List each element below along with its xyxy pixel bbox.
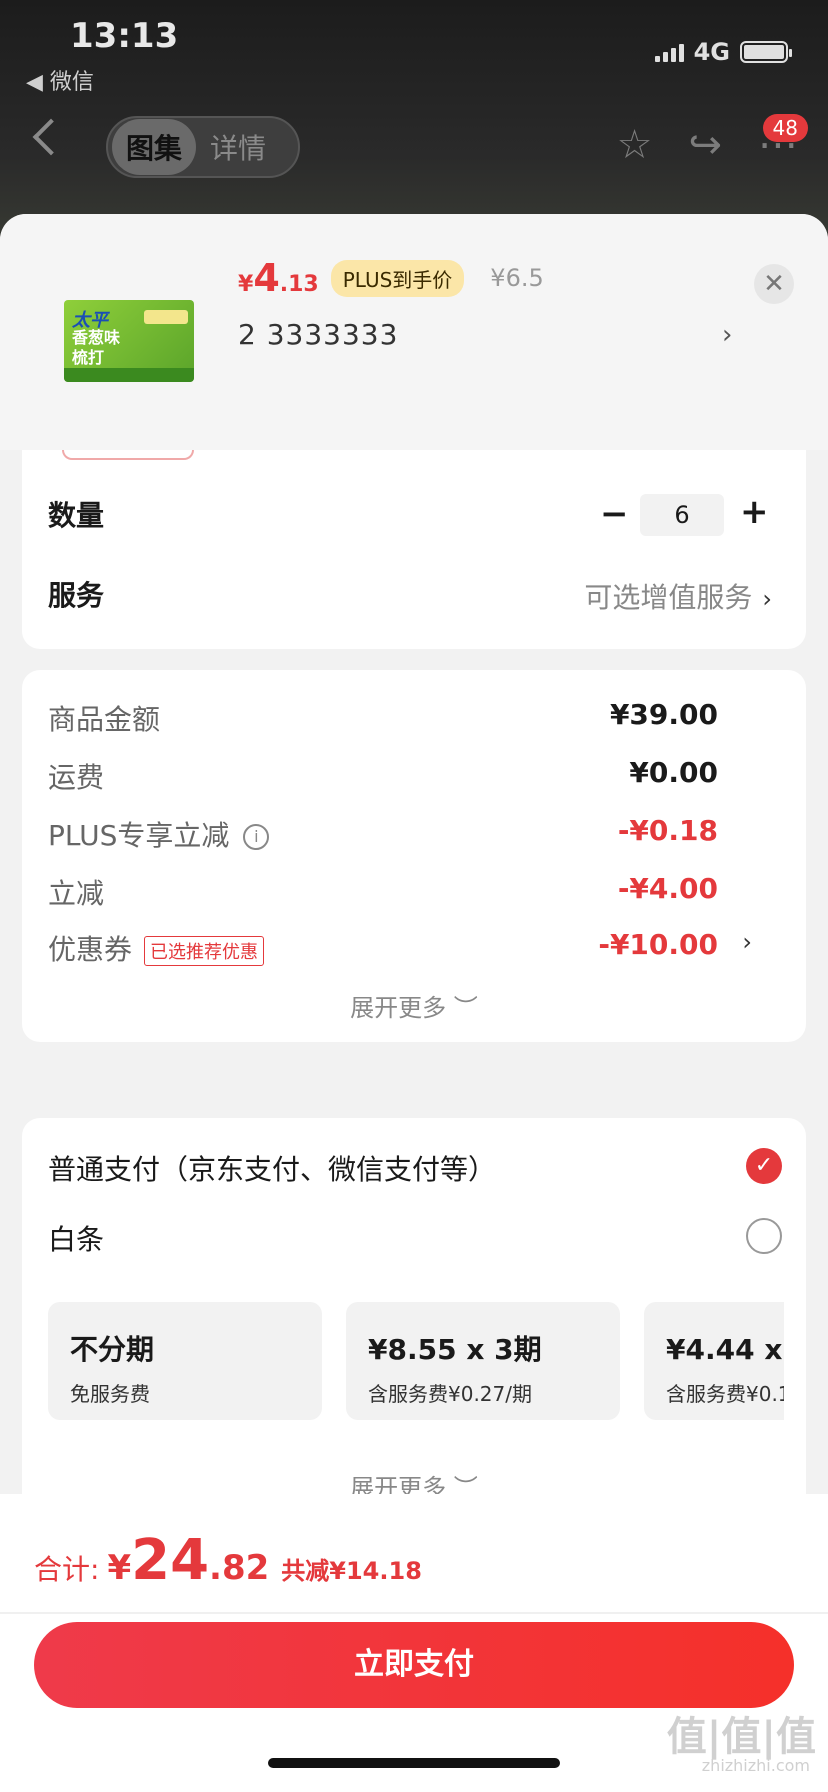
product-image-bar (64, 368, 194, 382)
checkmark-icon[interactable]: ✓ (746, 1148, 782, 1184)
installment-sub: 含服务费¥0.14/期 (666, 1382, 784, 1406)
info-icon[interactable]: i (243, 824, 270, 850)
status-indicators: 4G (654, 38, 792, 66)
view-segment: 图集 详情 (106, 116, 300, 178)
chevron-right-icon: › (742, 928, 752, 956)
total-currency: ¥ (107, 1548, 132, 1588)
plus-discount-value: -¥0.18 (617, 814, 718, 847)
coupon-tag: 已选推荐优惠 (144, 936, 265, 966)
expand-more-amounts[interactable]: 展开更多 ︶ (22, 988, 806, 1023)
total-amount: 合计: ¥ 24 .82 共减¥14.18 (34, 1528, 422, 1593)
divider (0, 1612, 828, 1614)
total-label: 合计: (34, 1553, 100, 1586)
original-price: ¥6.5 (490, 264, 544, 292)
pay-now-button[interactable]: 立即支付 (34, 1622, 794, 1708)
coupon-label: 优惠券 (48, 933, 133, 966)
amount-card: 商品金额 ¥39.00 运费 ¥0.00 PLUS专享立减 i -¥0.18 立减… (22, 670, 806, 1042)
instant-discount-row: 立减 -¥4.00 (48, 872, 778, 912)
service-selector[interactable]: 可选增值服务 › (584, 576, 772, 616)
installment-option[interactable]: ¥8.55 x 3期 含服务费¥0.27/期 (346, 1302, 620, 1420)
plus-discount-label: PLUS专享立减 (48, 819, 230, 852)
product-image-sticker (144, 310, 188, 324)
checkout-footer: 合计: ¥ 24 .82 共减¥14.18 立即支付 值|值|值 zhizhiz… (0, 1494, 828, 1792)
shipping-value: ¥0.00 (629, 756, 718, 789)
product-image-title: 香葱味 梳打 (72, 328, 121, 367)
shipping-label: 运费 (48, 761, 105, 794)
quantity-label: 数量 (48, 499, 105, 532)
service-value: 可选增值服务 (584, 581, 753, 614)
tab-gallery[interactable]: 图集 (112, 119, 197, 175)
goods-amount-label: 商品金额 (48, 703, 161, 736)
installment-option[interactable]: ¥4.44 x 6期 含服务费¥0.14/期 (644, 1302, 784, 1420)
normal-payment-label[interactable]: 普通支付（京东支付、微信支付等） (48, 1148, 496, 1188)
status-time: 13:13 (70, 16, 179, 56)
quantity-input[interactable]: 6 (640, 494, 724, 536)
product-header: 太平 香葱味 梳打 ¥ 4 .13 PLUS到手价 ¥6.5 2 3333333… (0, 214, 828, 450)
quantity-plus-button[interactable]: + (740, 492, 769, 532)
installment-sub: 免服务费 (70, 1382, 150, 1406)
total-savings: 共减¥14.18 (281, 1557, 422, 1585)
shipping-row: 运费 ¥0.00 (48, 756, 778, 796)
installment-sub: 含服务费¥0.27/期 (368, 1382, 532, 1406)
back-to-wechat[interactable]: ◀ 微信 (26, 64, 94, 96)
installment-option[interactable]: 不分期 免服务费 (48, 1302, 322, 1420)
quantity-minus-button[interactable]: − (600, 494, 629, 534)
total-integer: 24 (131, 1528, 210, 1593)
price-row: ¥ 4 .13 PLUS到手价 ¥6.5 (238, 256, 544, 300)
installment-title: ¥8.55 x 3期 (368, 1333, 542, 1366)
installment-title: 不分期 (70, 1333, 155, 1366)
baitiao-label[interactable]: 白条 (48, 1218, 104, 1258)
network-type: 4G (693, 38, 730, 66)
instant-discount-label: 立减 (48, 877, 105, 910)
installment-title: ¥4.44 x 6期 (666, 1333, 784, 1366)
message-badge: 48 (762, 114, 808, 142)
home-indicator (268, 1758, 560, 1768)
price-decimal: .13 (279, 272, 319, 297)
selected-spec[interactable]: 2 3333333 (238, 318, 398, 351)
total-decimal: .82 (209, 1548, 270, 1588)
instant-discount-value: -¥4.00 (617, 872, 718, 905)
star-icon[interactable]: ☆ (617, 122, 653, 168)
price-integer: 4 (253, 256, 280, 300)
installment-plans: 不分期 免服务费 ¥8.55 x 3期 含服务费¥0.27/期 ¥4.44 x … (48, 1302, 784, 1422)
quantity-service-card: 数量 − 6 + 服务 可选增值服务 › (22, 450, 806, 649)
battery-icon (740, 41, 792, 63)
goods-amount-value: ¥39.00 (609, 698, 718, 731)
watermark: 值|值|值 (666, 1714, 816, 1760)
close-icon[interactable]: ✕ (754, 264, 794, 304)
radio-unchecked-icon[interactable] (746, 1218, 782, 1254)
watermark-url: zhizhizhi.com (701, 1756, 810, 1775)
coupon-row[interactable]: 优惠券 已选推荐优惠 -¥10.00 › (48, 928, 778, 968)
spec-option-pill[interactable] (62, 450, 194, 460)
service-label: 服务 (48, 579, 105, 612)
tab-detail[interactable]: 详情 (196, 119, 280, 175)
goods-amount-row: 商品金额 ¥39.00 (48, 698, 778, 738)
product-image[interactable]: 太平 香葱味 梳打 (64, 300, 194, 382)
plus-discount-row: PLUS专享立减 i -¥0.18 (48, 814, 778, 854)
price-currency: ¥ (238, 272, 254, 297)
back-arrow-icon[interactable] (32, 118, 70, 156)
chevron-right-icon: › (762, 585, 772, 613)
signal-icon (654, 42, 684, 62)
coupon-value: -¥10.00 (598, 928, 718, 961)
share-icon[interactable]: ↪ (688, 122, 722, 168)
chevron-right-icon[interactable]: › (722, 320, 732, 350)
plus-price-tag: PLUS到手价 (330, 259, 465, 297)
